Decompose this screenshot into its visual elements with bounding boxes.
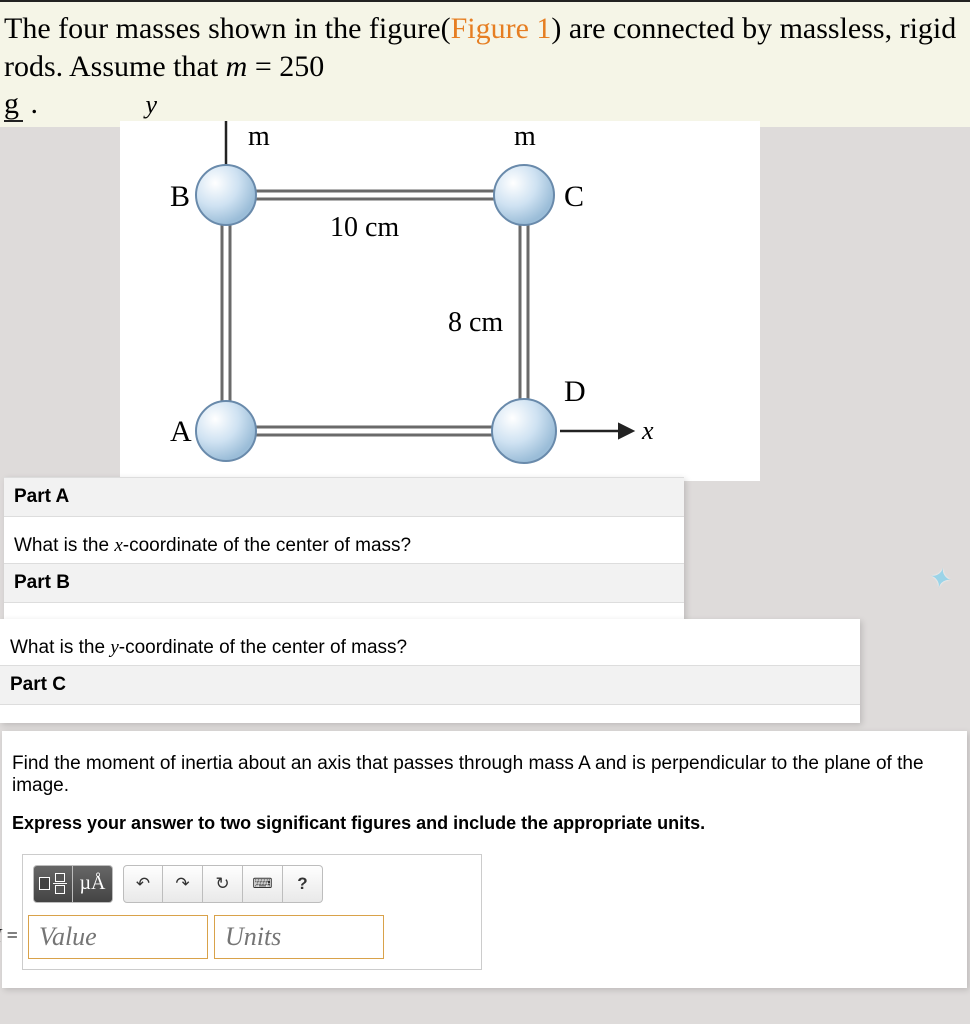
label-C: C: [564, 180, 584, 213]
figure-diagram: m m B C A D 10 cm 8 cm x: [120, 121, 760, 481]
width-label: 10 cm: [330, 212, 399, 243]
formula-toolbar: µÅ ↶ ↷ ↻ ⌨ ?: [33, 865, 471, 903]
var-m: m: [226, 50, 248, 83]
var-y: y: [110, 637, 118, 658]
problem-text-1: The four masses shown in the figure(: [4, 12, 451, 45]
axis-y-label: y: [146, 90, 158, 119]
value-input[interactable]: [28, 915, 208, 959]
mu-angstrom-button[interactable]: µÅ: [73, 865, 113, 903]
period: .: [23, 87, 38, 120]
label-D: D: [564, 375, 586, 408]
part-c-card: Find the moment of inertia about an axis…: [2, 731, 967, 988]
answer-symbol: I =: [0, 925, 22, 948]
eq-text: = 250: [247, 50, 324, 83]
express-instructions: Express your answer to two significant f…: [2, 803, 967, 840]
unit-g: g: [4, 87, 23, 122]
label-A: A: [170, 415, 192, 448]
star-decoration: ✦: [925, 560, 955, 597]
reset-icon: ↻: [215, 874, 229, 894]
template-button[interactable]: [33, 865, 73, 903]
help-icon: ?: [297, 874, 307, 894]
axis-x-label: x: [641, 416, 654, 445]
part-b-question: What is the y-coordinate of the center o…: [0, 619, 860, 665]
redo-button[interactable]: ↷: [163, 865, 203, 903]
mass-label-b-top: m: [248, 121, 270, 152]
mass-label-c-top: m: [514, 121, 536, 152]
problem-statement: The four masses shown in the figure(Figu…: [0, 0, 970, 127]
part-a-card: Part A What is the x-coordinate of the c…: [4, 477, 684, 621]
label-B: B: [170, 180, 190, 213]
part-b-card: What is the y-coordinate of the center o…: [0, 619, 860, 723]
keyboard-icon: ⌨: [252, 875, 272, 892]
units-input[interactable]: [214, 915, 384, 959]
redo-icon: ↷: [175, 874, 189, 894]
figure-link[interactable]: Figure 1: [451, 12, 552, 45]
part-a-header: Part A: [4, 477, 684, 517]
var-x: x: [114, 535, 122, 556]
undo-button[interactable]: ↶: [123, 865, 163, 903]
part-c-header: Part C: [0, 665, 860, 705]
reset-button[interactable]: ↻: [203, 865, 243, 903]
help-button[interactable]: ?: [283, 865, 323, 903]
keyboard-button[interactable]: ⌨: [243, 865, 283, 903]
height-label: 8 cm: [448, 307, 503, 338]
undo-icon: ↶: [136, 874, 150, 894]
answer-box: µÅ ↶ ↷ ↻ ⌨ ? I =: [22, 854, 482, 970]
part-b-header: Part B: [4, 563, 684, 603]
part-a-question: What is the x-coordinate of the center o…: [4, 517, 684, 563]
part-c-question: Find the moment of inertia about an axis…: [2, 731, 967, 803]
